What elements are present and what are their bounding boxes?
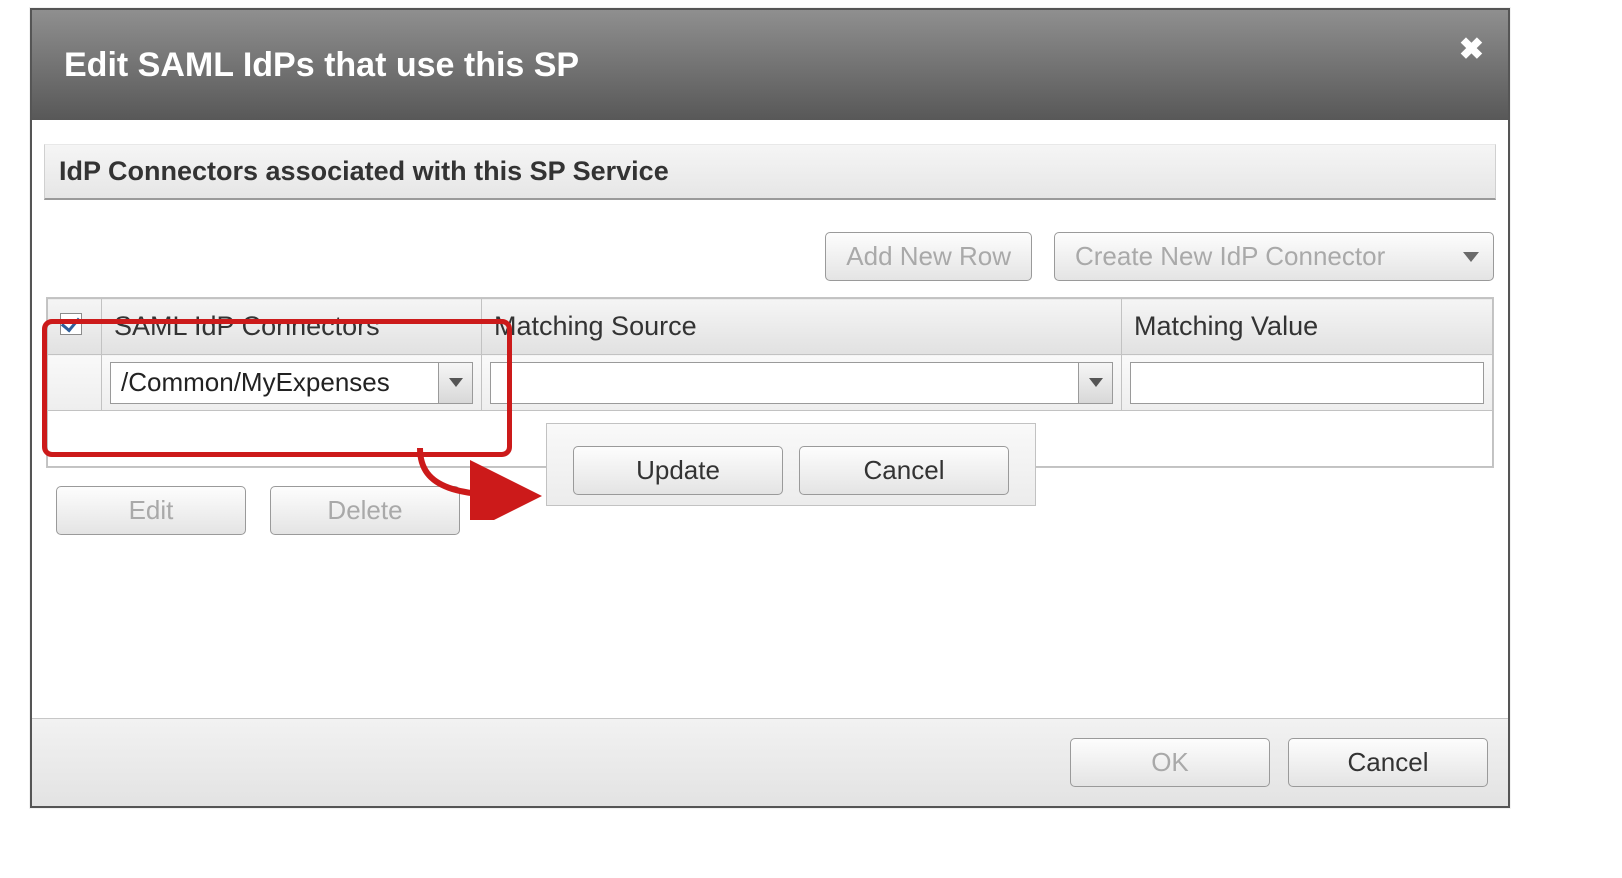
action-row: Update Cancel xyxy=(48,411,1493,467)
section-header: IdP Connectors associated with this SP S… xyxy=(44,144,1496,200)
edit-button[interactable]: Edit xyxy=(56,486,246,535)
delete-button[interactable]: Delete xyxy=(270,486,460,535)
chevron-down-icon xyxy=(449,378,463,387)
dialog-body: IdP Connectors associated with this SP S… xyxy=(32,120,1508,718)
matching-source-toggle[interactable] xyxy=(1078,363,1112,403)
create-idp-connector-label: Create New IdP Connector xyxy=(1075,241,1385,272)
ok-button[interactable]: OK xyxy=(1070,738,1270,787)
chevron-down-icon xyxy=(1089,378,1103,387)
row-check-cell xyxy=(48,355,102,411)
dialog-header: Edit SAML IdPs that use this SP ✖ xyxy=(32,10,1508,120)
row-connector-cell: /Common/MyExpenses xyxy=(102,355,482,411)
matching-source-select[interactable] xyxy=(490,362,1113,404)
header-checkbox-cell xyxy=(48,299,102,355)
connector-select-toggle[interactable] xyxy=(438,363,472,403)
caret-down-icon xyxy=(1463,252,1479,262)
cancel-inline-button[interactable]: Cancel xyxy=(799,446,1009,495)
update-button[interactable]: Update xyxy=(573,446,783,495)
dialog-title: Edit SAML IdPs that use this SP xyxy=(64,46,579,85)
row-source-cell xyxy=(482,355,1122,411)
cancel-button[interactable]: Cancel xyxy=(1288,738,1488,787)
header-matching-value[interactable]: Matching Value xyxy=(1122,299,1493,355)
select-all-checkbox[interactable] xyxy=(60,313,82,335)
table-header-row: SAML IdP Connectors Matching Source Matc… xyxy=(48,299,1493,355)
close-icon[interactable]: ✖ xyxy=(1459,32,1484,67)
inline-action-panel: Update Cancel xyxy=(546,423,1036,506)
connector-select-value: /Common/MyExpenses xyxy=(111,367,438,398)
connector-select[interactable]: /Common/MyExpenses xyxy=(110,362,473,404)
row-value-cell xyxy=(1122,355,1493,411)
header-connectors[interactable]: SAML IdP Connectors xyxy=(102,299,482,355)
create-idp-connector-button[interactable]: Create New IdP Connector xyxy=(1054,232,1494,281)
dialog-footer: OK Cancel xyxy=(32,718,1508,806)
saml-idp-dialog: Edit SAML IdPs that use this SP ✖ IdP Co… xyxy=(30,8,1510,808)
header-matching-source[interactable]: Matching Source xyxy=(482,299,1122,355)
matching-value-input[interactable] xyxy=(1130,362,1484,404)
toolbar: Add New Row Create New IdP Connector xyxy=(44,200,1496,297)
add-row-button[interactable]: Add New Row xyxy=(825,232,1032,281)
connector-table: SAML IdP Connectors Matching Source Matc… xyxy=(46,297,1494,468)
table-row: /Common/MyExpenses xyxy=(48,355,1493,411)
